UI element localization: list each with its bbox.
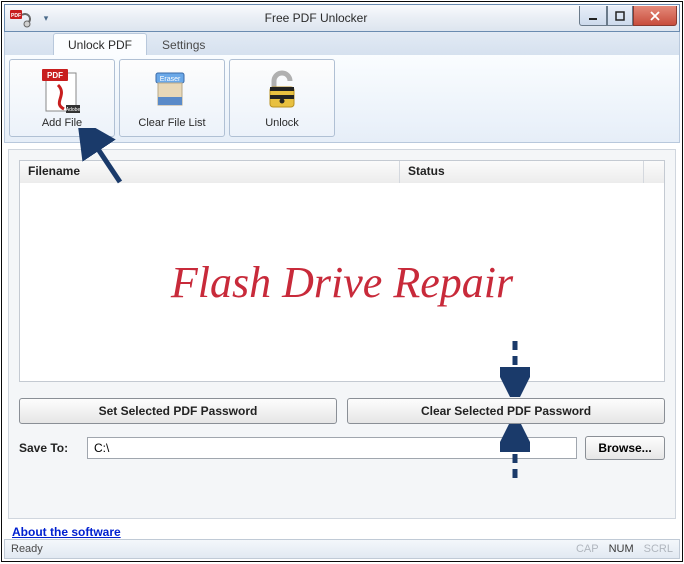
clear-file-list-button[interactable]: Eraser Clear File List — [119, 59, 225, 137]
titlebar: PDF ▾ Free PDF Unlocker — [4, 4, 680, 32]
svg-text:PDF: PDF — [47, 71, 63, 80]
minimize-button[interactable] — [579, 6, 607, 26]
status-num: NUM — [609, 543, 634, 555]
quick-access-dropdown[interactable]: ▾ — [39, 13, 53, 24]
ribbon-tabs: Unlock PDF Settings — [4, 32, 680, 55]
grid-header: Filename Status — [20, 161, 664, 183]
status-ready: Ready — [11, 543, 43, 555]
statusbar: Ready CAP NUM SCRL — [4, 539, 680, 559]
set-password-button[interactable]: Set Selected PDF Password — [19, 398, 337, 424]
close-button[interactable] — [633, 6, 677, 26]
svg-text:Adobe: Adobe — [66, 107, 81, 113]
column-status[interactable]: Status — [400, 161, 644, 183]
tab-unlock-pdf[interactable]: Unlock PDF — [53, 33, 147, 55]
eraser-icon: Eraser — [148, 67, 196, 115]
window-title: Free PDF Unlocker — [53, 11, 579, 25]
unlock-padlock-icon — [258, 67, 306, 115]
unlock-button[interactable]: Unlock — [229, 59, 335, 137]
save-to-label: Save To: — [19, 441, 79, 455]
pdf-file-icon: PDF Adobe — [40, 67, 84, 115]
main-panel: Filename Status Flash Drive Repair Set S… — [8, 149, 676, 519]
column-filename[interactable]: Filename — [20, 161, 400, 183]
unlock-label: Unlock — [265, 117, 299, 129]
tab-settings[interactable]: Settings — [147, 33, 220, 55]
grid-body: Flash Drive Repair — [20, 183, 664, 381]
column-spacer — [644, 161, 664, 183]
file-grid[interactable]: Filename Status Flash Drive Repair — [19, 160, 665, 382]
status-scrl: SCRL — [644, 543, 673, 555]
svg-text:Eraser: Eraser — [160, 76, 181, 83]
svg-text:PDF: PDF — [11, 13, 21, 19]
clear-file-list-label: Clear File List — [138, 117, 205, 129]
ribbon-toolbar: PDF Adobe Add File Eraser Clear File Lis… — [4, 55, 680, 143]
status-cap: CAP — [576, 543, 599, 555]
about-link[interactable]: About the software — [12, 525, 121, 539]
add-file-button[interactable]: PDF Adobe Add File — [9, 59, 115, 137]
app-icon: PDF — [9, 7, 31, 29]
watermark-text: Flash Drive Repair — [171, 257, 513, 308]
add-file-label: Add File — [42, 117, 82, 129]
save-to-input[interactable] — [87, 437, 577, 459]
clear-password-button[interactable]: Clear Selected PDF Password — [347, 398, 665, 424]
browse-button[interactable]: Browse... — [585, 436, 665, 460]
maximize-button[interactable] — [607, 6, 633, 26]
